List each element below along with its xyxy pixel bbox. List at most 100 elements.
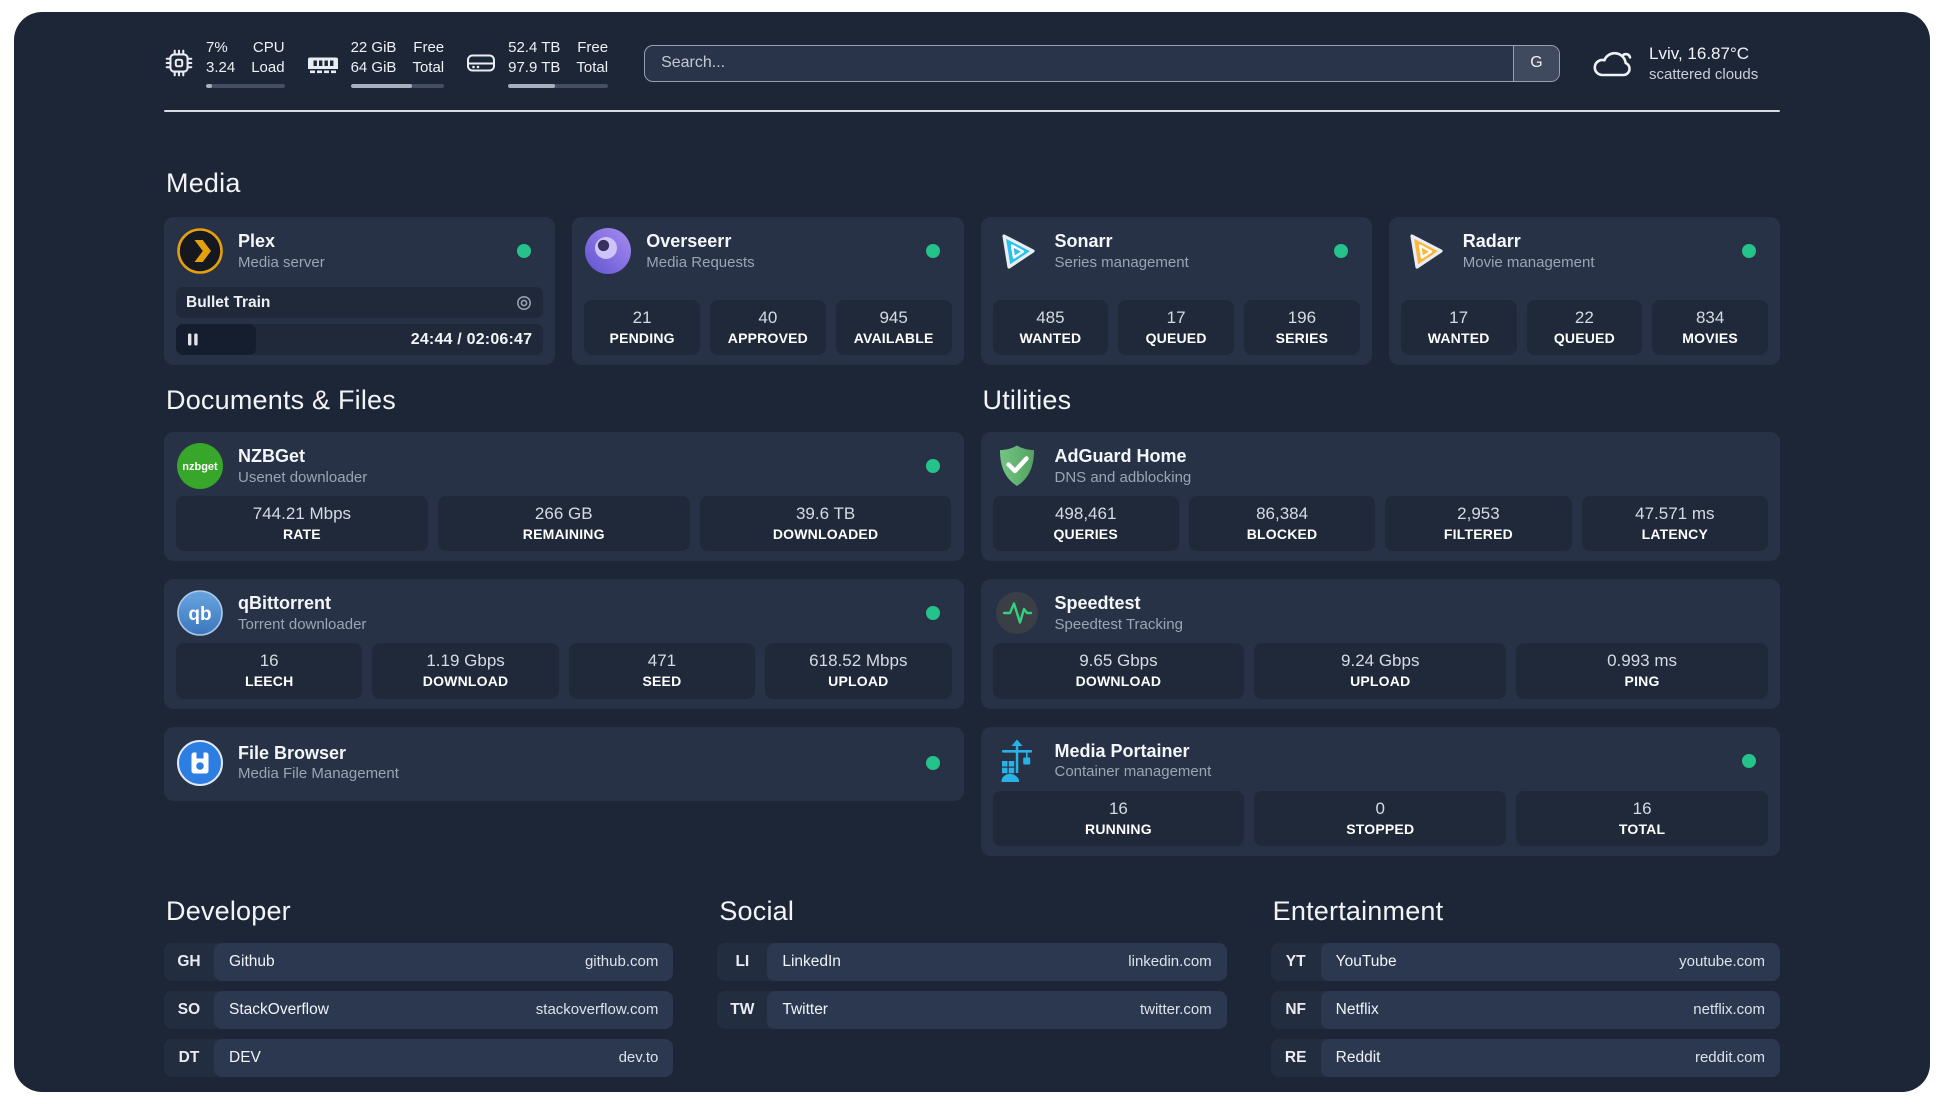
stat-tile-running: 16 RUNNING xyxy=(992,790,1245,846)
stat-tile-upload: 9.24 Gbps UPLOAD xyxy=(1254,643,1507,699)
disk-icon xyxy=(466,51,496,75)
pause-button[interactable] xyxy=(176,324,256,356)
link-stackoverflow[interactable]: SO StackOverflow stackoverflow.com xyxy=(164,990,674,1029)
section-documents: Documents & Files nzbget NZBGet Usenet d… xyxy=(164,385,964,801)
adguard-icon xyxy=(993,442,1041,490)
weather-location-temp: Lviv, 16.87°C xyxy=(1649,44,1750,64)
link-name: Netflix xyxy=(1335,1000,1379,1018)
link-youtube[interactable]: YT YouTube youtube.com xyxy=(1270,942,1780,981)
stat-label: BLOCKED xyxy=(1246,526,1318,543)
stat-tile-series: 196 SERIES xyxy=(1244,299,1360,356)
stat-tile-queued: 22 QUEUED xyxy=(1526,299,1643,356)
section-media: Media Plex Media server Bullet Train 24:… xyxy=(164,168,1780,366)
cpu-stat-widget: 7% 3.24 CPU Load xyxy=(164,38,285,89)
qbittorrent-icon: qb xyxy=(176,589,224,637)
stat-label: QUEUED xyxy=(1145,329,1207,346)
search-bar: G xyxy=(644,44,1560,82)
status-online-dot xyxy=(925,244,940,259)
stat-tile-pending: 21 PENDING xyxy=(584,299,700,356)
app-card-adguard[interactable]: AdGuard Home DNS and adblocking 498,461 … xyxy=(980,432,1780,562)
app-name: Media Portainer xyxy=(1054,740,1190,761)
section-title-social: Social xyxy=(719,895,795,926)
stat-tile-ping: 0.993 ms PING xyxy=(1516,643,1768,699)
app-name: Speedtest xyxy=(1054,593,1141,614)
disk-free-value: 52.4 TB xyxy=(508,39,561,56)
link-url: youtube.com xyxy=(1679,953,1765,971)
link-netflix[interactable]: NF Netflix netflix.com xyxy=(1270,990,1780,1029)
app-name: Radarr xyxy=(1462,231,1521,252)
stat-tile-available: 945 AVAILABLE xyxy=(835,299,952,356)
app-description: Movie management xyxy=(1462,253,1595,271)
app-name: Sonarr xyxy=(1054,231,1113,252)
link-linkedin[interactable]: LI LinkedIn linkedin.com xyxy=(717,942,1227,981)
session-settings-icon[interactable] xyxy=(515,294,533,312)
link-name: Github xyxy=(229,952,275,970)
ram-total-value: 64 GiB xyxy=(350,58,397,76)
stat-value: 1.19 Gbps xyxy=(426,651,505,671)
stat-label: AVAILABLE xyxy=(853,329,934,346)
ram-icon xyxy=(307,51,339,75)
link-url: linkedin.com xyxy=(1128,953,1212,971)
stat-tile-wanted: 17 WANTED xyxy=(1400,299,1517,356)
svg-text:nzbget: nzbget xyxy=(182,461,218,473)
section-social: Social LI LinkedIn linkedin.com TW Twitt… xyxy=(717,895,1227,1087)
ram-progress-bar xyxy=(350,83,445,89)
stat-value: 16 xyxy=(1108,798,1128,818)
app-card-speedtest[interactable]: Speedtest Speedtest Tracking 9.65 Gbps D… xyxy=(980,579,1780,709)
link-name: Twitter xyxy=(782,1000,828,1018)
stat-tile-approved: 40 APPROVED xyxy=(710,299,826,356)
ram-total-label: Total xyxy=(412,58,445,76)
link-url: netflix.com xyxy=(1693,1001,1765,1019)
stat-label: QUEUED xyxy=(1553,329,1615,346)
stat-value: 17 xyxy=(1449,307,1469,327)
link-abbr: RE xyxy=(1284,1048,1307,1066)
stat-label: UPLOAD xyxy=(828,673,889,690)
link-dev[interactable]: DT DEV dev.to xyxy=(164,1038,674,1077)
radarr-icon xyxy=(1401,227,1449,275)
link-github[interactable]: GH Github github.com xyxy=(164,942,674,981)
stat-tile-upload: 618.52 Mbps UPLOAD xyxy=(765,643,952,699)
sonarr-icon xyxy=(993,227,1041,275)
link-twitter[interactable]: TW Twitter twitter.com xyxy=(717,990,1227,1029)
stat-tile-latency: 47.571 ms LATENCY xyxy=(1581,496,1768,552)
stat-value: 471 xyxy=(647,651,677,671)
cpu-load-label: Load xyxy=(251,58,285,76)
section-entertainment: Entertainment YT YouTube youtube.com NF … xyxy=(1270,896,1780,1087)
app-description: Series management xyxy=(1054,253,1189,271)
link-name: DEV xyxy=(229,1048,261,1066)
stat-tile-queries: 498,461 QUERIES xyxy=(992,496,1179,552)
stat-label: WANTED xyxy=(1019,329,1082,346)
search-input[interactable] xyxy=(645,45,1513,81)
app-card-radarr[interactable]: Radarr Movie management 17 WANTED 22 QUE… xyxy=(1388,217,1780,366)
stat-value: 498,461 xyxy=(1054,504,1117,524)
app-description: Media File Management xyxy=(238,765,399,783)
link-reddit[interactable]: RE Reddit reddit.com xyxy=(1270,1038,1780,1077)
section-title-developer: Developer xyxy=(166,895,291,926)
app-name: AdGuard Home xyxy=(1054,446,1187,467)
stat-value: 40 xyxy=(758,307,778,327)
stat-label: STOPPED xyxy=(1346,820,1415,837)
app-card-sonarr[interactable]: Sonarr Series management 485 WANTED 17 Q… xyxy=(980,217,1372,366)
stat-value: 16 xyxy=(259,651,279,671)
weather-widget[interactable]: Lviv, 16.87°C scattered clouds xyxy=(1590,43,1780,83)
stat-value: 22 xyxy=(1574,307,1594,327)
cloud-icon xyxy=(1590,45,1636,81)
app-card-overseerr[interactable]: Overseerr Media Requests 21 PENDING 40 A… xyxy=(572,217,964,366)
app-card-portainer[interactable]: Media Portainer Container management 16 … xyxy=(980,726,1780,856)
overseerr-icon xyxy=(584,227,632,275)
stat-tile-wanted: 485 WANTED xyxy=(992,299,1109,356)
section-title-media: Media xyxy=(166,168,241,199)
app-card-nzbget[interactable]: nzbget NZBGet Usenet downloader 744.21 M… xyxy=(164,432,964,562)
app-name: Overseerr xyxy=(646,231,732,252)
app-card-plex[interactable]: Plex Media server Bullet Train 24:44 / 0… xyxy=(164,217,556,366)
stat-label: SEED xyxy=(642,673,682,690)
app-name: File Browser xyxy=(238,742,347,763)
app-card-qbittorrent[interactable]: qb qBittorrent Torrent downloader 16 LEE… xyxy=(164,579,964,709)
app-card-filebrowser[interactable]: File Browser Media File Management xyxy=(164,726,964,801)
portainer-icon xyxy=(993,737,1041,785)
app-description: Media Requests xyxy=(646,253,755,271)
status-online-dot xyxy=(925,755,940,770)
search-engine-button[interactable]: G xyxy=(1513,45,1559,81)
stat-value: 744.21 Mbps xyxy=(252,504,352,524)
stat-tile-remaining: 266 GB REMAINING xyxy=(437,496,690,552)
